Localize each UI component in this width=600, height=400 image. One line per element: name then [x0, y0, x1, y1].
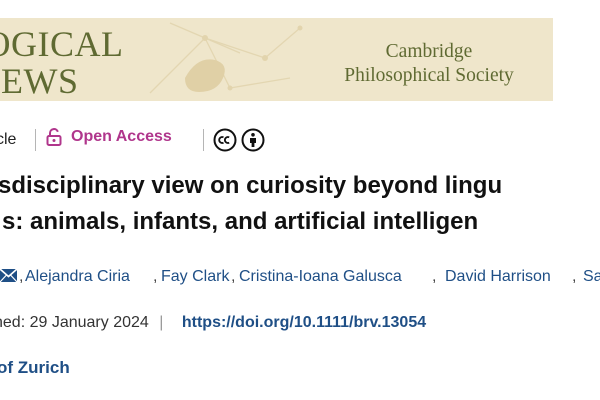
- society-name: Cambridge Philosophical Society: [305, 40, 553, 88]
- society-line-1: Cambridge: [385, 41, 473, 62]
- meta-divider: [203, 129, 204, 151]
- article-title: sdisciplinary view on curiosity beyond l…: [0, 168, 600, 240]
- meta-divider: [35, 129, 36, 151]
- author-link[interactable]: Fay Clark: [161, 268, 229, 286]
- author-link[interactable]: David Harrison: [445, 268, 551, 286]
- article-title-line-1: sdisciplinary view on curiosity beyond l…: [0, 172, 503, 199]
- article-meta-row: cle Open Access: [0, 126, 600, 156]
- open-lock-icon: [46, 128, 62, 146]
- author-separator: ,: [572, 268, 577, 285]
- institution-link[interactable]: of Zurich: [0, 358, 70, 378]
- author-separator: ,: [231, 268, 236, 285]
- journal-title: LOGICAL VIEWS: [0, 26, 123, 100]
- society-line-2: Philosophical Society: [344, 65, 514, 86]
- open-access-label: Open Access: [71, 128, 172, 145]
- article-title-line-2: s: animals, infants, and artificial inte…: [2, 208, 479, 235]
- journal-title-line-2: VIEWS: [0, 61, 79, 101]
- publication-info: hed: 29 January 2024 | https://doi.org/1…: [0, 314, 426, 332]
- article-type-label: cle: [0, 131, 17, 148]
- email-icon[interactable]: [0, 268, 17, 283]
- cc-icon[interactable]: [213, 128, 237, 152]
- publication-separator: |: [159, 314, 164, 331]
- by-icon[interactable]: [241, 128, 265, 152]
- author-separator: ,: [432, 268, 437, 285]
- license-icons[interactable]: [213, 128, 265, 152]
- author-separator: ,: [153, 268, 158, 285]
- author-link[interactable]: Sa: [583, 268, 600, 286]
- published-date: 29 January 2024: [29, 314, 149, 331]
- journal-banner[interactable]: LOGICAL VIEWS Cambridge Philosophical So…: [0, 18, 553, 101]
- doi-link[interactable]: https://doi.org/10.1111/brv.13054: [182, 314, 426, 331]
- author-link[interactable]: Cristina-Ioana Galusca: [239, 268, 402, 286]
- author-link[interactable]: Alejandra Ciria: [25, 268, 130, 286]
- journal-title-line-1: LOGICAL: [0, 24, 124, 64]
- open-access-badge[interactable]: Open Access: [46, 128, 172, 146]
- published-label: hed:: [0, 314, 26, 331]
- author-separator: ,: [19, 268, 24, 285]
